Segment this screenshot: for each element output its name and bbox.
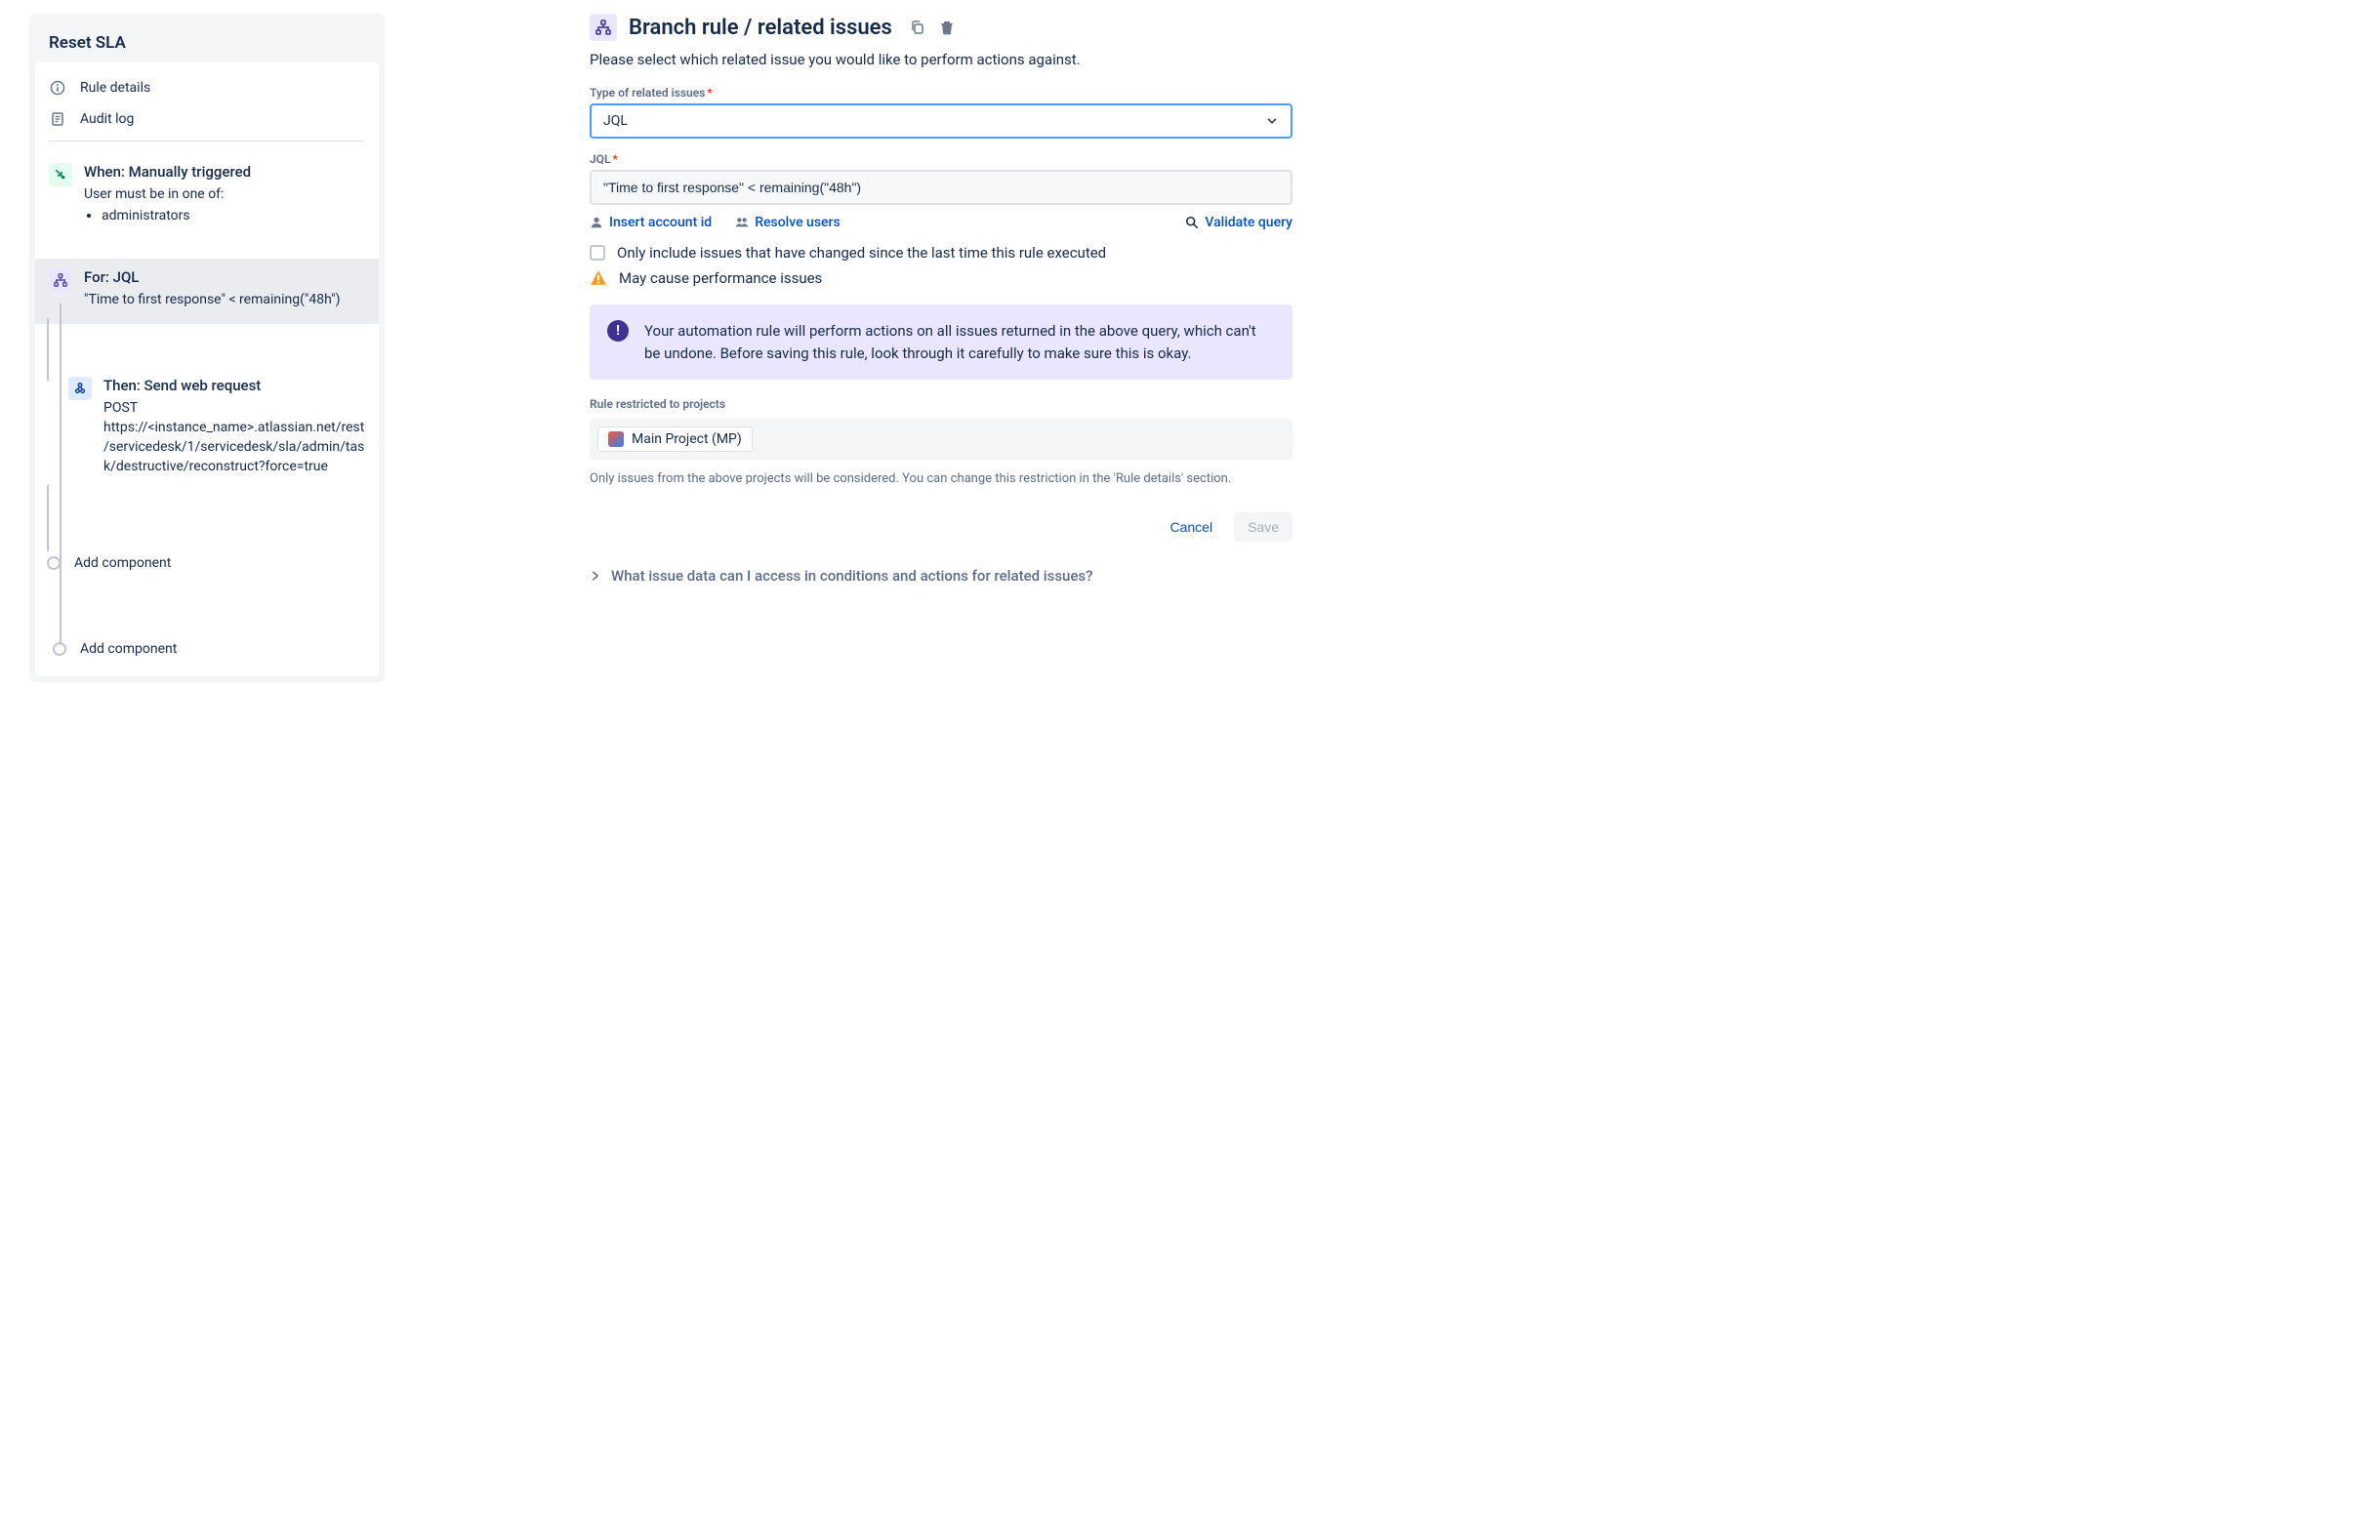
tab-label: Audit log <box>80 111 134 127</box>
project-chip-label: Main Project (MP) <box>632 431 742 447</box>
type-label: Type of related issues* <box>590 86 1293 100</box>
search-icon <box>1185 216 1199 229</box>
add-component-outer[interactable]: Add component <box>35 635 379 663</box>
info-text: Your automation rule will perform action… <box>644 320 1275 364</box>
perf-warning: May cause performance issues <box>619 269 822 287</box>
restricted-helper: Only issues from the above projects will… <box>590 469 1293 489</box>
jql-input[interactable] <box>590 170 1293 205</box>
info-icon: ! <box>607 320 629 342</box>
insert-account-link[interactable]: Insert account id <box>590 215 712 230</box>
tab-rule-details[interactable]: Rule details <box>35 72 379 103</box>
branch-icon <box>49 268 72 292</box>
expander-label: What issue data can I access in conditio… <box>611 567 1092 585</box>
user-icon <box>590 216 603 229</box>
data-access-expander[interactable]: What issue data can I access in conditio… <box>590 567 1293 585</box>
rule-card: Rule details Audit log When: Manually tr… <box>35 62 379 676</box>
type-select[interactable]: JQL <box>590 103 1293 139</box>
users-icon <box>735 216 749 229</box>
add-label: Add component <box>80 641 177 657</box>
action-desc: POST https://<instance_name>.atlassian.n… <box>103 398 365 477</box>
tab-audit-log[interactable]: Audit log <box>35 103 379 135</box>
rule-sidebar: Reset SLA Rule details Audit log <box>29 14 385 682</box>
chevron-right-icon <box>590 570 601 582</box>
branch-desc: "Time to first response" < remaining("48… <box>84 290 365 309</box>
add-label: Add component <box>74 555 171 571</box>
only-changed-checkbox[interactable] <box>590 245 605 261</box>
info-callout: ! Your automation rule will perform acti… <box>590 304 1293 380</box>
project-row: Main Project (MP) <box>590 419 1293 460</box>
trigger-desc: User must be in one of: <box>84 184 365 204</box>
trigger-node[interactable]: When: Manually triggered User must be in… <box>35 153 379 237</box>
trigger-role: administrators <box>102 208 365 223</box>
branch-icon <box>590 14 617 41</box>
action-title: Then: Send web request <box>103 377 365 394</box>
trigger-title: When: Manually triggered <box>84 163 365 181</box>
page-subtitle: Please select which related issue you wo… <box>590 51 1293 68</box>
action-node[interactable]: Then: Send web request POST https://<ins… <box>68 367 379 491</box>
type-value: JQL <box>603 113 628 129</box>
warning-icon <box>590 269 607 287</box>
save-button[interactable]: Save <box>1234 512 1293 542</box>
info-icon <box>49 80 66 96</box>
jql-label: JQL* <box>590 152 1293 166</box>
document-icon <box>49 111 66 127</box>
copy-icon[interactable] <box>908 18 927 37</box>
restricted-label: Rule restricted to projects <box>590 397 1293 411</box>
project-chip[interactable]: Main Project (MP) <box>597 426 753 452</box>
trash-icon[interactable] <box>937 18 957 37</box>
project-avatar-icon <box>608 431 624 447</box>
validate-query-link[interactable]: Validate query <box>1185 215 1293 230</box>
branch-title: For: JQL <box>84 268 365 286</box>
trigger-icon <box>49 163 72 186</box>
branch-config-panel: Branch rule / related issues Please sele… <box>590 14 1293 585</box>
rule-name: Reset SLA <box>35 20 379 62</box>
tab-label: Rule details <box>80 80 150 96</box>
chevron-down-icon <box>1265 114 1279 128</box>
branch-node[interactable]: For: JQL "Time to first response" < rema… <box>35 259 379 323</box>
webhook-icon <box>68 377 92 400</box>
cancel-button[interactable]: Cancel <box>1156 512 1226 542</box>
add-circle-icon <box>47 556 61 570</box>
add-component-inner[interactable]: Add component <box>39 549 379 577</box>
only-changed-label: Only include issues that have changed si… <box>617 244 1106 262</box>
resolve-users-link[interactable]: Resolve users <box>735 215 841 230</box>
page-title: Branch rule / related issues <box>629 16 892 40</box>
